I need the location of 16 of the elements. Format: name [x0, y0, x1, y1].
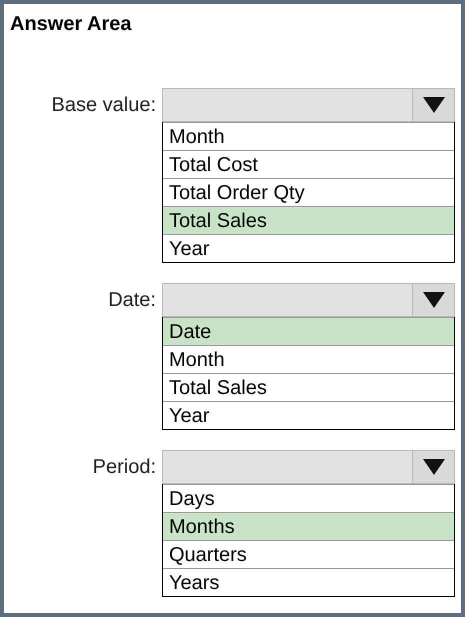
- field-label: Base value:: [51, 93, 157, 118]
- dropdown-button[interactable]: [412, 451, 454, 483]
- answer-area-title: Answer Area: [10, 14, 132, 34]
- field-label: Date:: [108, 288, 157, 313]
- field-label: Period:: [92, 455, 157, 480]
- option-item[interactable]: Quarters: [163, 540, 454, 568]
- dropdown-button[interactable]: [412, 89, 454, 121]
- caret-icon: [422, 459, 444, 475]
- option-item[interactable]: Total Sales: [163, 206, 454, 234]
- option-item[interactable]: Days: [163, 484, 454, 512]
- option-item[interactable]: Date: [163, 317, 454, 345]
- dropdown-button[interactable]: [412, 284, 454, 316]
- option-item[interactable]: Months: [163, 512, 454, 540]
- caret-icon: [422, 97, 444, 113]
- caret-icon: [422, 292, 444, 308]
- option-item[interactable]: Total Order Qty: [163, 178, 454, 206]
